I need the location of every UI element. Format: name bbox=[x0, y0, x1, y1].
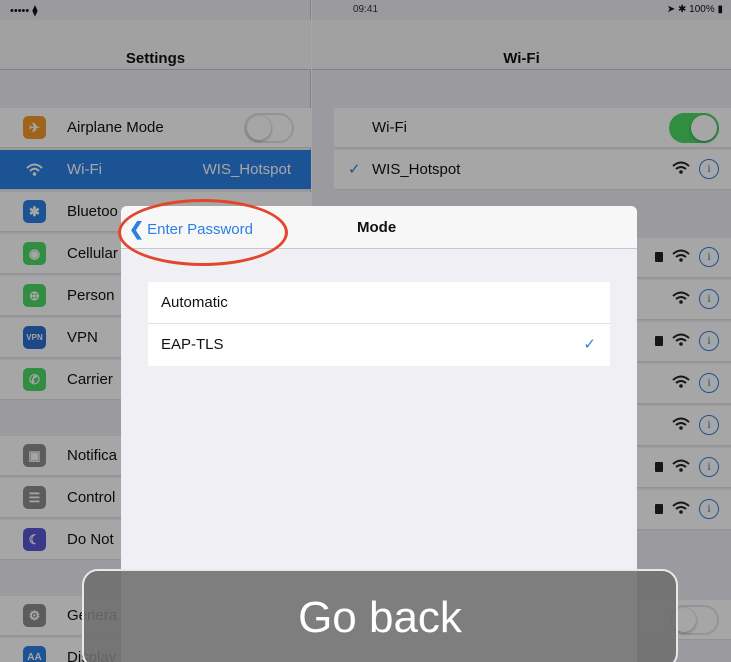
mode-option-label: Automatic bbox=[161, 294, 228, 311]
mode-option-label: EAP-TLS bbox=[161, 336, 224, 353]
mode-option-automatic[interactable]: Automatic bbox=[148, 282, 610, 324]
mode-option-eap-tls[interactable]: EAP-TLS ✓ bbox=[148, 324, 610, 366]
ipad-screen: Settings ✈ Airplane Mode Wi-Fi WIS_Hotsp… bbox=[0, 0, 731, 662]
highlight-annotation bbox=[118, 199, 288, 266]
instruction-caption: Go back bbox=[82, 569, 678, 662]
modal-title: Mode bbox=[357, 219, 397, 236]
caption-text: Go back bbox=[298, 593, 462, 642]
checkmark-icon: ✓ bbox=[583, 336, 596, 353]
